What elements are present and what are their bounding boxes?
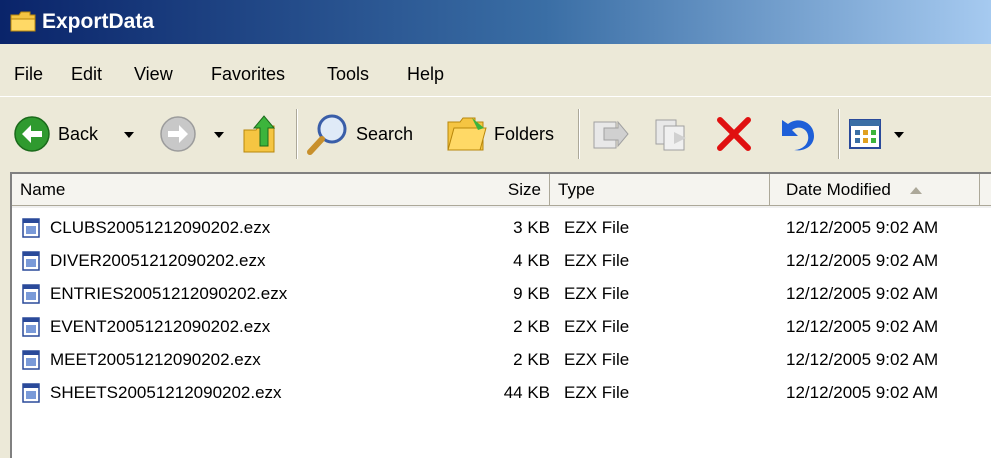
back-label: Back (58, 123, 99, 144)
file-date-modified: 12/12/2005 9:02 AM (786, 284, 939, 303)
toolbar: Back Search Folders (0, 96, 991, 171)
menu-view[interactable]: View (134, 64, 173, 84)
search-icon (307, 114, 347, 155)
file-size: 4 KB (513, 251, 550, 270)
forward-arrow-icon (160, 116, 196, 152)
forward-dropdown-icon[interactable] (214, 132, 224, 138)
table-row[interactable]: CLUBS20051212090202.ezx 3 KB EZX File 12… (12, 212, 991, 245)
forward-button[interactable] (158, 111, 198, 157)
file-name: DIVER20051212090202.ezx (50, 251, 266, 270)
toolbar-separator (578, 109, 580, 159)
ezx-file-icon (22, 251, 40, 271)
ezx-file-icon (22, 218, 40, 238)
search-label: Search (356, 123, 414, 144)
views-dropdown-icon[interactable] (894, 132, 904, 138)
ezx-file-icon (22, 383, 40, 403)
table-row[interactable]: SHEETS20051212090202.ezx 44 KB EZX File … (12, 377, 991, 410)
file-size: 2 KB (513, 317, 550, 336)
views-button[interactable] (848, 111, 884, 157)
column-filler (980, 174, 991, 206)
back-button[interactable]: Back (12, 111, 98, 157)
column-name[interactable]: Name (12, 174, 549, 206)
window-title: ExportData (42, 10, 155, 33)
file-date-modified: 12/12/2005 9:02 AM (786, 251, 939, 270)
file-size: 44 KB (503, 383, 550, 402)
file-type: EZX File (564, 218, 630, 237)
column-date-modified[interactable]: Date Modified (770, 174, 980, 206)
file-size: 9 KB (513, 284, 550, 303)
column-header-row: Name Size Type Date Modified (12, 174, 991, 208)
sort-ascending-icon (909, 187, 922, 195)
ezx-file-icon (22, 317, 40, 337)
move-to-button[interactable] (590, 111, 630, 157)
delete-button[interactable] (714, 111, 754, 157)
column-size[interactable]: Size (475, 174, 550, 206)
file-name: MEET20051212090202.ezx (50, 350, 261, 369)
up-folder-button[interactable] (240, 111, 280, 157)
file-size: 2 KB (513, 350, 550, 369)
file-date-modified: 12/12/2005 9:02 AM (786, 383, 939, 402)
folder-icon (10, 11, 36, 32)
ezx-file-icon (22, 350, 40, 370)
back-arrow-icon (14, 116, 50, 152)
file-type: EZX File (564, 317, 630, 336)
file-type: EZX File (564, 350, 630, 369)
table-row[interactable]: ENTRIES20051212090202.ezx 9 KB EZX File … (12, 278, 991, 311)
file-type: EZX File (564, 251, 630, 270)
copy-to-icon (655, 119, 686, 151)
file-date-modified: 12/12/2005 9:02 AM (786, 350, 939, 369)
file-name: EVENT20051212090202.ezx (50, 317, 271, 336)
title-bar[interactable]: ExportData (0, 0, 991, 44)
menu-help[interactable]: Help (407, 64, 444, 84)
table-row[interactable]: EVENT20051212090202.ezx 2 KB EZX File 12… (12, 311, 991, 344)
undo-button[interactable] (774, 111, 818, 157)
column-type[interactable]: Type (550, 174, 770, 206)
folders-button[interactable]: Folders (444, 111, 554, 157)
toolbar-separator (838, 109, 840, 159)
explorer-window: ExportData File Edit View Favorites Tool… (0, 0, 991, 458)
file-date-modified: 12/12/2005 9:02 AM (786, 218, 939, 237)
delete-icon (717, 117, 751, 151)
menu-edit[interactable]: Edit (71, 64, 102, 84)
file-type: EZX File (564, 284, 630, 303)
file-name: CLUBS20051212090202.ezx (50, 218, 271, 237)
toolbar-separator (296, 109, 298, 159)
file-size: 3 KB (513, 218, 550, 237)
undo-icon (782, 120, 814, 151)
menu-favorites[interactable]: Favorites (211, 64, 285, 84)
file-type: EZX File (564, 383, 630, 402)
folders-label: Folders (494, 123, 555, 144)
file-name: ENTRIES20051212090202.ezx (50, 284, 288, 303)
file-name: SHEETS20051212090202.ezx (50, 383, 282, 402)
copy-to-button[interactable] (652, 111, 692, 157)
back-dropdown-icon[interactable] (124, 132, 134, 138)
menu-file[interactable]: File (14, 64, 43, 84)
up-folder-icon (243, 115, 276, 153)
file-date-modified: 12/12/2005 9:02 AM (786, 317, 939, 336)
column-size-label: Size (507, 180, 541, 199)
table-row[interactable]: DIVER20051212090202.ezx 4 KB EZX File 12… (12, 245, 991, 278)
views-icon (849, 119, 881, 149)
move-to-icon (593, 120, 629, 149)
menu-tools[interactable]: Tools (327, 64, 369, 84)
file-list[interactable]: Name Size Type Date Modified CLUBS200512… (10, 172, 991, 458)
column-type-label: Type (558, 180, 595, 199)
column-name-label: Name (20, 180, 66, 199)
ezx-file-icon (22, 284, 40, 304)
folders-icon (447, 117, 487, 151)
column-date-label: Date Modified (786, 180, 891, 199)
menu-bar: File Edit View Favorites Tools Help (0, 44, 991, 97)
table-row[interactable]: MEET20051212090202.ezx 2 KB EZX File 12/… (12, 344, 991, 377)
search-button[interactable]: Search (306, 111, 413, 157)
